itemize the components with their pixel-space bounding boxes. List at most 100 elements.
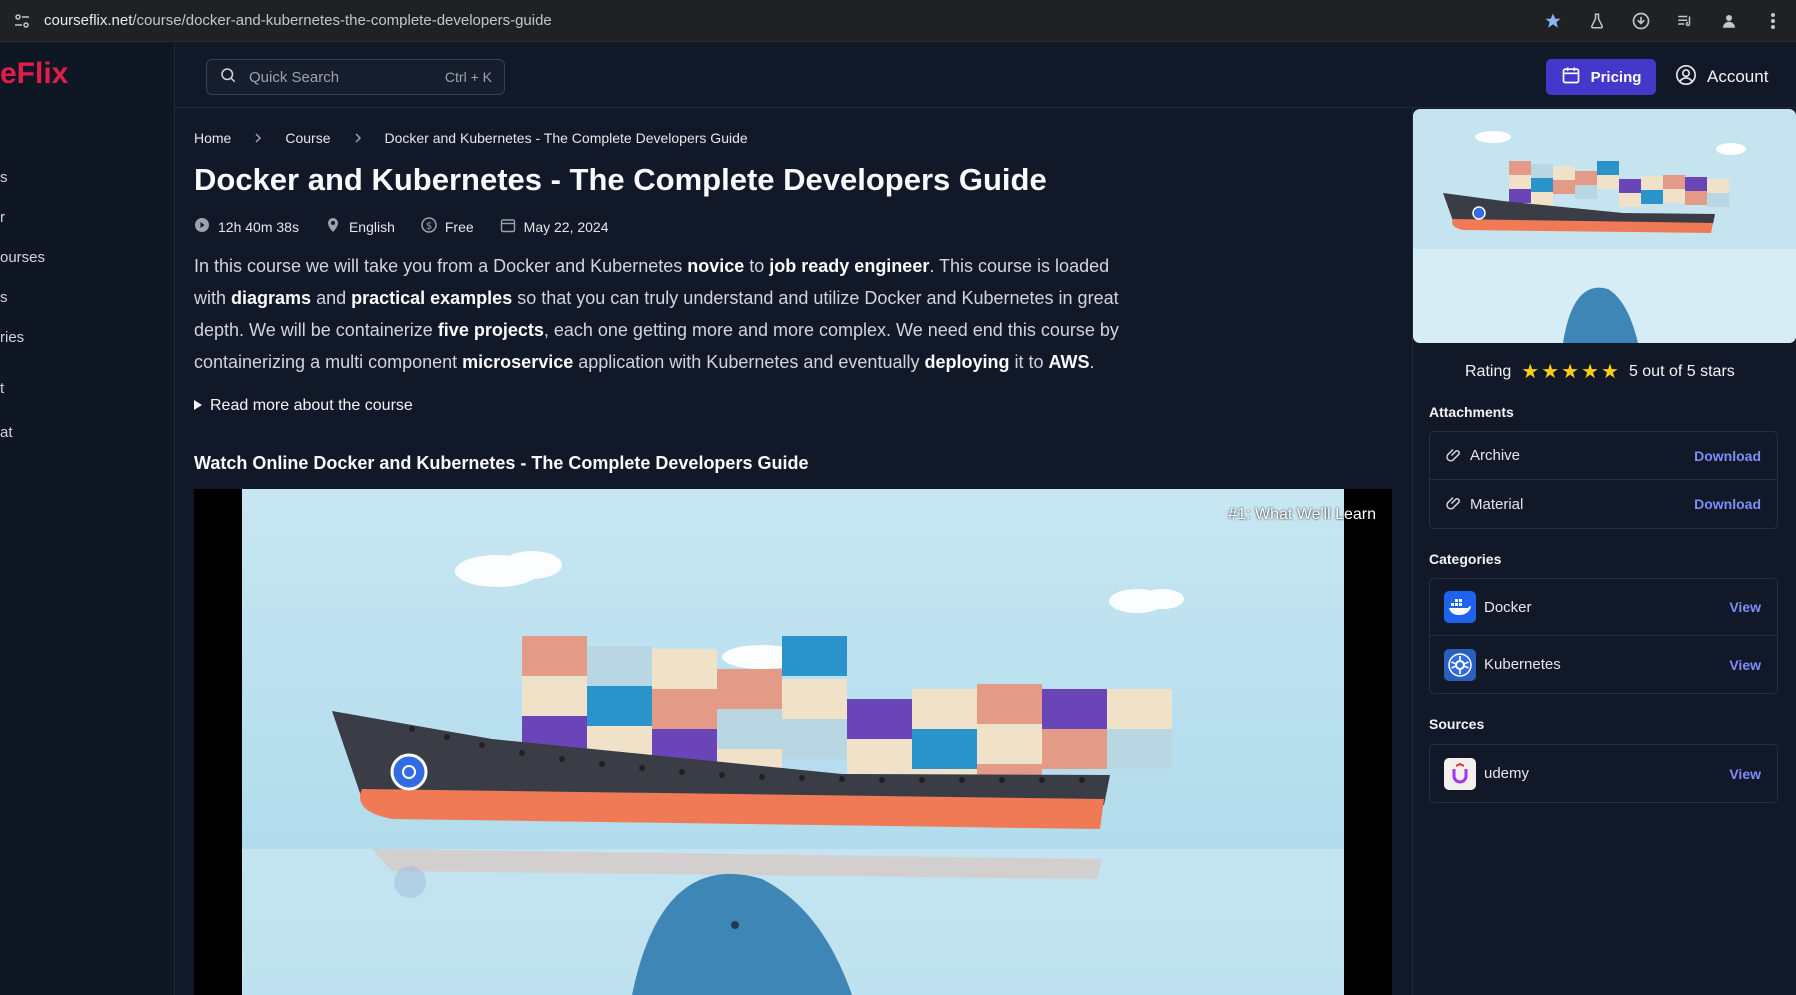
chevron-right-icon <box>353 132 363 144</box>
browser-address-bar: courseflix.net/course/docker-and-kuberne… <box>0 0 1796 42</box>
duration-text: 12h 40m 38s <box>218 218 299 235</box>
categories-title: Categories <box>1429 551 1502 567</box>
search-placeholder: Quick Search <box>249 68 340 86</box>
account-button[interactable]: Account <box>1675 59 1768 95</box>
attachment-row: Material Download <box>1430 480 1777 528</box>
breadcrumb-course[interactable]: Course <box>285 130 330 146</box>
bookmark-star-icon[interactable] <box>1542 10 1564 32</box>
description-text: it to <box>1009 352 1049 372</box>
description-emphasis: five projects <box>437 320 544 340</box>
description-text: In this course we will take you from a D… <box>194 256 688 276</box>
description-text: application with Kubernetes and eventual… <box>573 352 925 372</box>
sidebar-item-1[interactable]: s <box>0 169 8 186</box>
source-row: udemy View <box>1430 745 1777 802</box>
read-more-toggle[interactable]: Read more about the course <box>194 397 413 415</box>
paperclip-icon <box>1444 493 1462 515</box>
view-kubernetes-button[interactable]: View <box>1729 657 1761 673</box>
read-more-label: Read more about the course <box>210 397 413 414</box>
description-emphasis: job ready engineer <box>769 256 930 276</box>
price-meta: $ Free <box>421 217 474 236</box>
course-thumbnail <box>1413 109 1796 343</box>
description-emphasis: novice <box>687 256 745 276</box>
sources-title: Sources <box>1429 716 1485 732</box>
date-meta: May 22, 2024 <box>500 217 609 236</box>
sidebar-item-3[interactable]: ourses <box>0 249 45 266</box>
sidebar: eFlix s r ourses s ries t at <box>0 43 175 995</box>
url-host: courseflix.net <box>44 12 133 29</box>
star-icon: ★ <box>1521 361 1540 383</box>
profile-icon[interactable] <box>1718 10 1740 32</box>
description-text: to <box>744 256 770 276</box>
breadcrumb-home[interactable]: Home <box>194 130 231 146</box>
attachment-label: Material <box>1470 495 1524 513</box>
docker-logo-icon <box>1444 591 1476 623</box>
labs-flask-icon[interactable] <box>1586 10 1608 32</box>
url-text[interactable]: courseflix.net/course/docker-and-kuberne… <box>44 12 552 29</box>
site-logo[interactable]: eFlix <box>0 57 68 91</box>
search-icon <box>219 66 237 88</box>
sidebar-item-6[interactable]: t <box>0 380 4 397</box>
duration-meta: 12h 40m 38s <box>194 217 299 236</box>
udemy-logo-icon <box>1444 757 1476 790</box>
view-docker-button[interactable]: View <box>1729 599 1761 615</box>
language-text: English <box>348 218 395 235</box>
description-emphasis: AWS <box>1048 352 1090 372</box>
user-circle-icon <box>1675 64 1697 91</box>
sources-card: udemy View <box>1429 744 1778 803</box>
star-icon: ★ <box>1541 361 1560 383</box>
categories-card: Docker View Kubernetes View <box>1429 578 1778 694</box>
download-icon[interactable] <box>1630 10 1652 32</box>
dollar-circle-icon: $ <box>421 217 437 236</box>
site-settings-icon[interactable] <box>12 11 32 31</box>
url-path: /course/docker-and-kubernetes-the-comple… <box>132 12 552 29</box>
quick-search-input[interactable]: Quick Search Ctrl + K <box>206 59 505 95</box>
location-pin-icon <box>325 217 341 236</box>
video-frame-illustration <box>242 489 1344 995</box>
sidebar-item-7[interactable]: at <box>0 424 13 441</box>
watch-title: Watch Online Docker and Kubernetes - The… <box>194 453 809 473</box>
description-text: and <box>311 288 352 308</box>
course-description: In this course we will take you from a D… <box>194 250 1134 378</box>
breadcrumb-current: Docker and Kubernetes - The Complete Dev… <box>384 130 748 146</box>
view-udemy-button[interactable]: View <box>1729 766 1761 782</box>
pricing-button[interactable]: Pricing <box>1546 59 1656 95</box>
download-archive-button[interactable]: Download <box>1694 448 1761 464</box>
rating-stars: ★ ★ ★ ★ ★ <box>1521 359 1619 384</box>
category-row: Kubernetes View <box>1430 636 1777 693</box>
page-title: Docker and Kubernetes - The Complete Dev… <box>194 162 1047 197</box>
description-emphasis: practical examples <box>351 288 513 308</box>
reading-list-icon[interactable] <box>1674 10 1696 32</box>
sidebar-item-4[interactable]: s <box>0 289 8 306</box>
description-emphasis: diagrams <box>231 288 312 308</box>
attachments-card: Archive Download Material Download <box>1429 431 1778 529</box>
description-text: . <box>1089 352 1095 372</box>
price-text: Free <box>444 218 474 235</box>
source-label: udemy <box>1484 765 1530 782</box>
sidebar-item-5[interactable]: ries <box>0 329 24 346</box>
category-row: Docker View <box>1430 579 1777 636</box>
calendar-icon <box>500 217 516 236</box>
video-lesson-title: #1: What We'll Learn <box>1228 506 1376 523</box>
category-label: Docker <box>1484 598 1532 616</box>
browser-menu-icon[interactable] <box>1762 10 1784 32</box>
play-circle-icon <box>194 217 210 236</box>
rating-text: 5 out of 5 stars <box>1628 362 1735 380</box>
pricing-label: Pricing <box>1590 68 1642 86</box>
course-main: Home Course Docker and Kubernetes - The … <box>194 108 1392 995</box>
course-meta: 12h 40m 38s English $ Free May 22, 2024 <box>194 217 609 236</box>
breadcrumb: Home Course Docker and Kubernetes - The … <box>194 130 748 146</box>
attachment-label: Archive <box>1470 447 1521 464</box>
category-label: Kubernetes <box>1484 656 1561 673</box>
star-icon: ★ <box>1561 361 1580 383</box>
chevron-right-icon <box>253 132 263 144</box>
rating: Rating ★ ★ ★ ★ ★ 5 out of 5 stars <box>1465 359 1735 384</box>
download-material-button[interactable]: Download <box>1694 496 1761 512</box>
sidebar-item-2[interactable]: r <box>0 209 5 226</box>
kubernetes-logo-icon <box>1444 648 1476 681</box>
video-player[interactable]: #1: What We'll Learn <box>194 489 1392 995</box>
svg-text:$: $ <box>426 221 432 232</box>
description-emphasis: deploying <box>924 352 1010 372</box>
date-text: May 22, 2024 <box>523 218 609 235</box>
language-meta: English <box>325 217 395 236</box>
top-bar: Quick Search Ctrl + K Pricing Account <box>175 43 1796 108</box>
